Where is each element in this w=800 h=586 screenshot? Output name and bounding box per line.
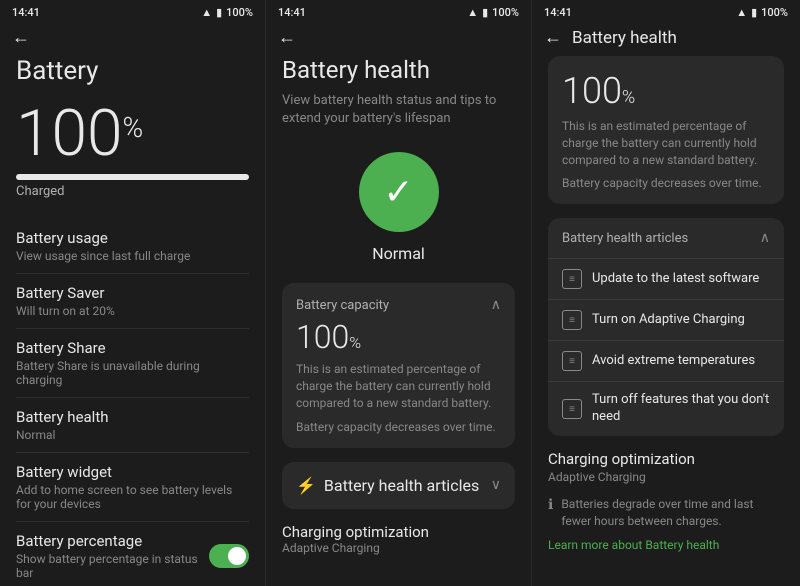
article-text-1: Update to the latest software xyxy=(592,271,759,288)
charging-sub-mid: Adaptive Charging xyxy=(282,541,515,555)
menu-item-battery-share[interactable]: Battery Share Battery Share is unavailab… xyxy=(16,329,249,398)
articles-icon: ⚡ xyxy=(296,476,316,495)
right-top-card: 100% This is an estimated percentage of … xyxy=(548,56,784,204)
left-panel: 14:41 ▲ ▮ 100% ← Battery 100% Charged Ba… xyxy=(0,0,266,586)
menu-item-battery-percentage[interactable]: Battery percentage Show battery percenta… xyxy=(16,522,249,586)
chevron-down-icon[interactable]: ∨ xyxy=(491,477,501,493)
menu-item-battery-saver[interactable]: Battery Saver Will turn on at 20% xyxy=(16,274,249,329)
right-panel: 14:41 ▲ ▮ 100% ← Battery health 100% Thi… xyxy=(532,0,800,586)
capacity-percent: 100% xyxy=(296,321,501,353)
article-icon-2: ≡ xyxy=(562,310,582,330)
normal-circle: ✓ xyxy=(359,152,439,232)
status-bar-left: 14:41 ▲ ▮ 100% xyxy=(0,0,265,23)
battery-icon-mid: ▮ xyxy=(482,6,488,19)
articles-card-right: Battery health articles ∧ ≡ Update to th… xyxy=(548,218,784,436)
article-icon-4: ≡ xyxy=(562,399,582,419)
back-button-mid[interactable]: ← xyxy=(278,27,296,48)
status-bar-mid: 14:41 ▲ ▮ 100% xyxy=(266,0,531,23)
right-charging-title: Charging optimization xyxy=(548,450,784,468)
time-right: 14:41 xyxy=(544,6,572,19)
battery-percent-display: 100% xyxy=(16,102,249,166)
article-text-2: Turn on Adaptive Charging xyxy=(592,312,745,329)
menu-item-battery-health[interactable]: Battery health Normal xyxy=(16,398,249,453)
left-panel-title: Battery xyxy=(16,56,249,86)
chevron-up-icon[interactable]: ∧ xyxy=(491,297,501,313)
battery-icon-left: ▮ xyxy=(216,6,222,19)
article-item-1[interactable]: ≡ Update to the latest software xyxy=(548,258,784,299)
learn-more-link[interactable]: Learn more about Battery health xyxy=(548,538,784,552)
mid-panel-subtitle: View battery health status and tips to e… xyxy=(282,92,515,128)
right-card-note: Battery capacity decreases over time. xyxy=(562,176,770,190)
charged-label: Charged xyxy=(16,184,249,199)
article-item-3[interactable]: ≡ Avoid extreme temperatures xyxy=(548,340,784,381)
right-page-title: Battery health xyxy=(572,28,677,48)
menu-item-battery-widget[interactable]: Battery widget Add to home screen to see… xyxy=(16,453,249,522)
battery-pct-left: 100% xyxy=(226,6,253,19)
check-icon: ✓ xyxy=(383,171,413,213)
menu-item-battery-usage[interactable]: Battery usage View usage since last full… xyxy=(16,219,249,274)
wifi-icon-mid: ▲ xyxy=(467,6,478,19)
mid-panel-title: Battery health xyxy=(282,56,515,84)
right-charging-sub: Adaptive Charging xyxy=(548,470,784,484)
back-button-right[interactable]: ← xyxy=(544,27,562,48)
battery-percentage-toggle[interactable] xyxy=(209,544,249,568)
status-bar-right: 14:41 ▲ ▮ 100% xyxy=(532,0,800,23)
capacity-note: Battery capacity decreases over time. xyxy=(296,420,501,434)
charging-title-mid: Charging optimization xyxy=(282,523,515,541)
articles-label: Battery health articles xyxy=(324,476,479,495)
battery-capacity-card: Battery capacity ∧ 100% This is an estim… xyxy=(282,283,515,447)
article-text-3: Avoid extreme temperatures xyxy=(592,353,755,370)
battery-icon-right: ▮ xyxy=(751,6,757,19)
normal-label: Normal xyxy=(282,244,515,263)
back-button-left[interactable]: ← xyxy=(12,27,30,48)
article-text-4: Turn off features that you don't need xyxy=(592,392,770,426)
articles-header-title: Battery health articles xyxy=(562,231,688,246)
battery-pct-mid: 100% xyxy=(492,6,519,19)
battery-pct-right: 100% xyxy=(761,6,788,19)
capacity-card-title: Battery capacity xyxy=(296,298,389,313)
article-icon-1: ≡ xyxy=(562,269,582,289)
charging-section-mid: Charging optimization Adaptive Charging xyxy=(282,523,515,555)
wifi-icon-right: ▲ xyxy=(736,6,747,19)
right-card-desc: This is an estimated percentage of charg… xyxy=(562,118,770,168)
article-icon-3: ≡ xyxy=(562,351,582,371)
wifi-icon-left: ▲ xyxy=(201,6,212,19)
right-charging-section: Charging optimization Adaptive Charging … xyxy=(548,450,784,552)
articles-chevron-up[interactable]: ∧ xyxy=(760,230,770,246)
article-item-4[interactable]: ≡ Turn off features that you don't need xyxy=(548,381,784,436)
right-percent: 100% xyxy=(562,70,770,112)
time-mid: 14:41 xyxy=(278,6,306,19)
battery-bar xyxy=(16,174,249,180)
article-item-2[interactable]: ≡ Turn on Adaptive Charging xyxy=(548,299,784,340)
info-icon: ℹ xyxy=(548,497,553,513)
capacity-desc: This is an estimated percentage of charg… xyxy=(296,361,501,411)
middle-panel: 14:41 ▲ ▮ 100% ← Battery health View bat… xyxy=(266,0,532,586)
right-charging-info: Batteries degrade over time and last few… xyxy=(561,496,784,530)
articles-card-mid[interactable]: ⚡ Battery health articles ∨ xyxy=(282,462,515,509)
time-left: 14:41 xyxy=(12,6,40,19)
